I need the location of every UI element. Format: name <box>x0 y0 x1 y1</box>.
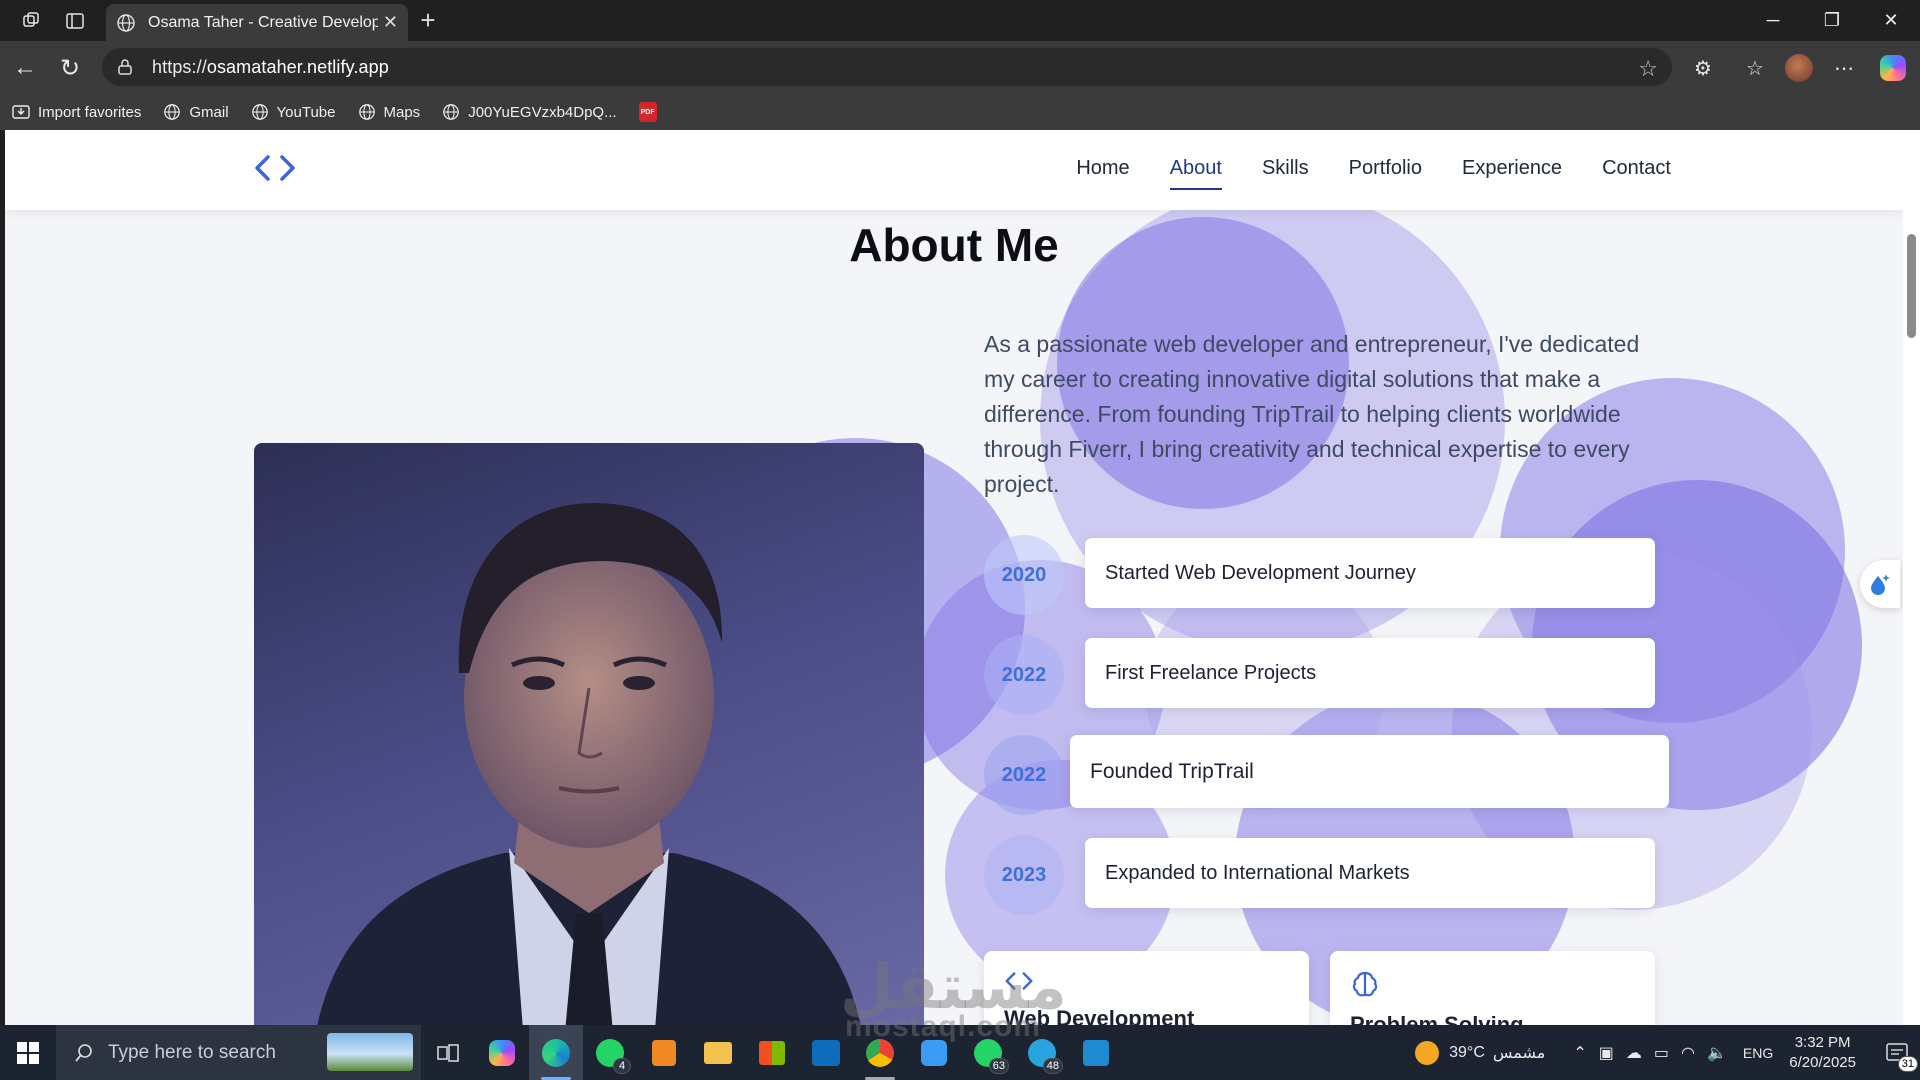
close-tab-icon[interactable]: ✕ <box>383 12 398 33</box>
volume-icon[interactable]: 🔈 <box>1707 1043 1727 1063</box>
bookmark-import-favorites[interactable]: Import favorites <box>12 104 141 121</box>
wifi-icon[interactable]: ◠ <box>1681 1043 1695 1063</box>
globe-icon <box>117 13 135 32</box>
vertical-tabs-icon[interactable] <box>58 6 92 36</box>
nav-experience[interactable]: Experience <box>1462 157 1562 184</box>
search-placeholder: Type here to search <box>108 1041 276 1063</box>
bio-text: As a passionate web developer and entrep… <box>984 331 1640 497</box>
sparkle-drop-icon[interactable] <box>1860 560 1900 608</box>
nav-about[interactable]: About <box>1169 157 1223 190</box>
url-text: https://osamataher.netlify.app <box>152 56 389 77</box>
whatsapp-badge: 4 <box>613 1058 631 1074</box>
workspaces-icon[interactable] <box>14 6 48 36</box>
bookmark-maps[interactable]: Maps <box>358 103 420 121</box>
watermark-text: mostaql.com <box>845 1010 1042 1043</box>
whatsapp-taskbar-icon[interactable]: 4 <box>583 1025 637 1080</box>
system-clock[interactable]: 3:32 PM 6/20/2025 <box>1789 1033 1856 1073</box>
system-tray: 39°C مشمس ⌃ ▣ ☁ ▭ ◠ 🔈 ENG 3:32 PM 6/20/2… <box>1415 1025 1920 1080</box>
weather-sun-icon[interactable] <box>1415 1040 1440 1065</box>
timeline-year: 2020 <box>984 535 1064 615</box>
timeline-card: Started Web Development Journey <box>1085 538 1655 608</box>
refresh-icon[interactable]: ↻ <box>53 51 87 85</box>
restore-button[interactable]: ❐ <box>1803 0 1861 41</box>
tray-chevron-icon[interactable]: ⌃ <box>1573 1043 1586 1063</box>
import-icon <box>12 105 30 119</box>
brain-icon <box>1352 971 1378 997</box>
notification-center-icon[interactable]: 31 <box>1874 1025 1920 1080</box>
code-logo-icon[interactable] <box>253 152 297 184</box>
edge-taskbar-icon[interactable] <box>529 1025 583 1080</box>
tab-title: Osama Taher - Creative Developer <box>148 13 378 31</box>
lock-icon[interactable] <box>116 58 134 76</box>
close-window-button[interactable]: ✕ <box>1862 0 1920 41</box>
profile-avatar[interactable] <box>1782 51 1816 85</box>
nav-contact[interactable]: Contact <box>1602 157 1671 184</box>
timeline-year: 2022 <box>984 735 1064 815</box>
new-tab-button[interactable]: + <box>412 4 444 36</box>
media-player-icon[interactable] <box>637 1025 691 1080</box>
scroll-thumb[interactable] <box>1907 234 1916 338</box>
timeline-card: First Freelance Projects <box>1085 638 1655 708</box>
nav-skills[interactable]: Skills <box>1262 157 1309 184</box>
active-tab[interactable]: Osama Taher - Creative Developer ✕ <box>106 4 408 41</box>
onedrive-cloud-icon[interactable]: ☁ <box>1626 1043 1642 1063</box>
vscode-icon[interactable] <box>1069 1025 1123 1080</box>
weather-temp[interactable]: 39°C <box>1449 1044 1485 1062</box>
windows-start-icon[interactable] <box>0 1025 56 1080</box>
bookmark-j00yu[interactable]: J00YuEGVzxb4DpQ... <box>442 103 617 121</box>
site-nav-links: Home About Skills Portfolio Experience C… <box>1036 130 1671 210</box>
nav-portfolio[interactable]: Portfolio <box>1349 157 1422 184</box>
pdf-icon: PDF <box>638 102 657 122</box>
bookmark-gmail[interactable]: Gmail <box>163 103 229 121</box>
timeline-card: Founded TripTrail <box>1070 735 1669 808</box>
extensions-icon[interactable]: ⚙ <box>1686 51 1720 85</box>
skill-card-problem-solving: Problem Solving <box>1330 951 1655 1025</box>
task-view-icon[interactable] <box>421 1025 475 1080</box>
site-navbar: Home About Skills Portfolio Experience C… <box>5 130 1903 210</box>
whatsapp-business-badge: 63 <box>988 1058 1009 1074</box>
globe-icon <box>443 104 460 120</box>
browser-tab-bar: Osama Taher - Creative Developer ✕ + ─ ❐… <box>0 0 1920 41</box>
file-explorer-icon[interactable] <box>691 1025 745 1080</box>
favorites-icon[interactable]: ☆ <box>1738 51 1772 85</box>
battery-icon[interactable]: ▭ <box>1654 1043 1669 1063</box>
bookmark-pdf[interactable]: PDF <box>638 102 657 122</box>
timeline-year: 2023 <box>984 835 1064 915</box>
nav-home[interactable]: Home <box>1076 157 1129 184</box>
more-menu-icon[interactable]: ⋯ <box>1827 51 1861 85</box>
favorite-star-icon[interactable]: ☆ <box>1638 56 1658 82</box>
profile-photo <box>254 443 924 1025</box>
timeline-card: Expanded to International Markets <box>1085 838 1655 908</box>
globe-icon <box>251 104 268 120</box>
page-scrollbar[interactable] <box>1903 130 1920 1025</box>
telegram-badge: 48 <box>1042 1058 1063 1074</box>
bookmark-youtube[interactable]: YouTube <box>251 103 336 121</box>
browser-toolbar: ← ↻ https://osamataher.netlify.app ☆ ⚙ ☆… <box>0 41 1920 94</box>
tray-device-icon[interactable]: ▣ <box>1599 1043 1614 1063</box>
address-bar[interactable]: https://osamataher.netlify.app ☆ <box>102 48 1672 86</box>
input-language[interactable]: ENG <box>1743 1045 1773 1061</box>
page-viewport: Home About Skills Portfolio Experience C… <box>5 130 1903 1025</box>
back-arrow-icon[interactable]: ← <box>8 51 42 85</box>
microsoft-store-icon[interactable] <box>745 1025 799 1080</box>
notification-count: 31 <box>1897 1056 1918 1072</box>
globe-icon <box>358 104 375 120</box>
minimize-button[interactable]: ─ <box>1744 0 1802 41</box>
weather-desc[interactable]: مشمس <box>1493 1043 1546 1063</box>
globe-icon <box>164 104 181 120</box>
skill-card-label: Problem Solving <box>1350 1012 1524 1025</box>
timeline-year: 2022 <box>984 635 1064 715</box>
copilot-icon[interactable] <box>1876 51 1910 85</box>
search-icon <box>75 1043 92 1062</box>
taskbar-search[interactable]: Type here to search <box>56 1025 421 1080</box>
bookmarks-bar: Import favorites Gmail YouTube Maps J00Y… <box>0 94 1920 130</box>
section-title: About Me <box>849 219 1059 271</box>
search-highlight-image <box>327 1033 413 1071</box>
copilot-taskbar-icon[interactable] <box>475 1025 529 1080</box>
